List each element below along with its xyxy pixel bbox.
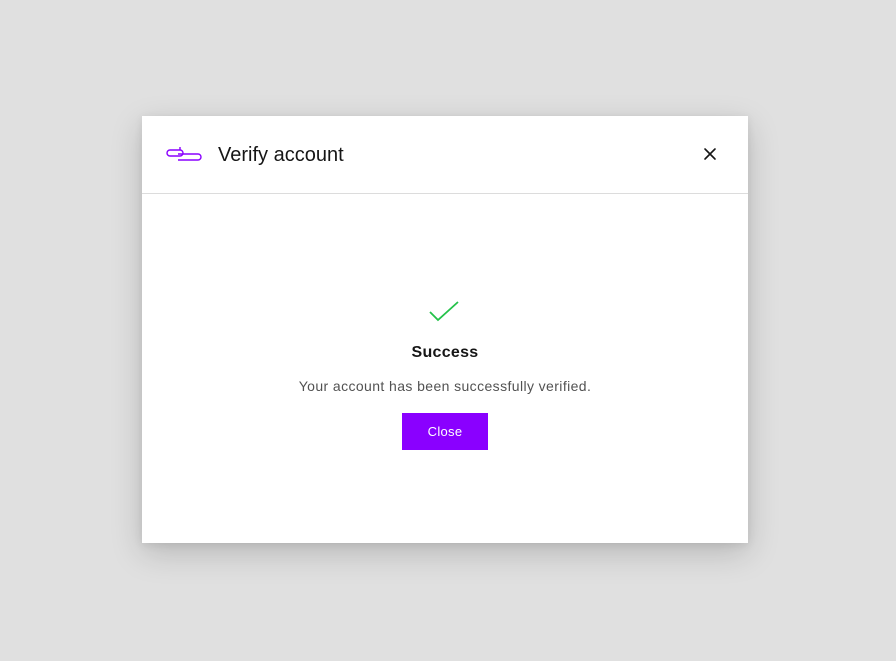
close-button[interactable]: Close bbox=[402, 413, 488, 450]
success-message: Your account has been successfully verif… bbox=[298, 378, 592, 394]
verify-account-dialog: Verify account Success Your account has … bbox=[142, 116, 748, 543]
success-heading: Success bbox=[411, 344, 479, 361]
dialog-body: Success Your account has been successful… bbox=[142, 194, 748, 542]
close-icon[interactable] bbox=[698, 142, 722, 166]
dialog-header: Verify account bbox=[142, 116, 748, 194]
dialog-title: Verify account bbox=[218, 144, 344, 166]
app-logo-icon bbox=[166, 145, 202, 163]
checkmark-icon bbox=[428, 300, 462, 324]
